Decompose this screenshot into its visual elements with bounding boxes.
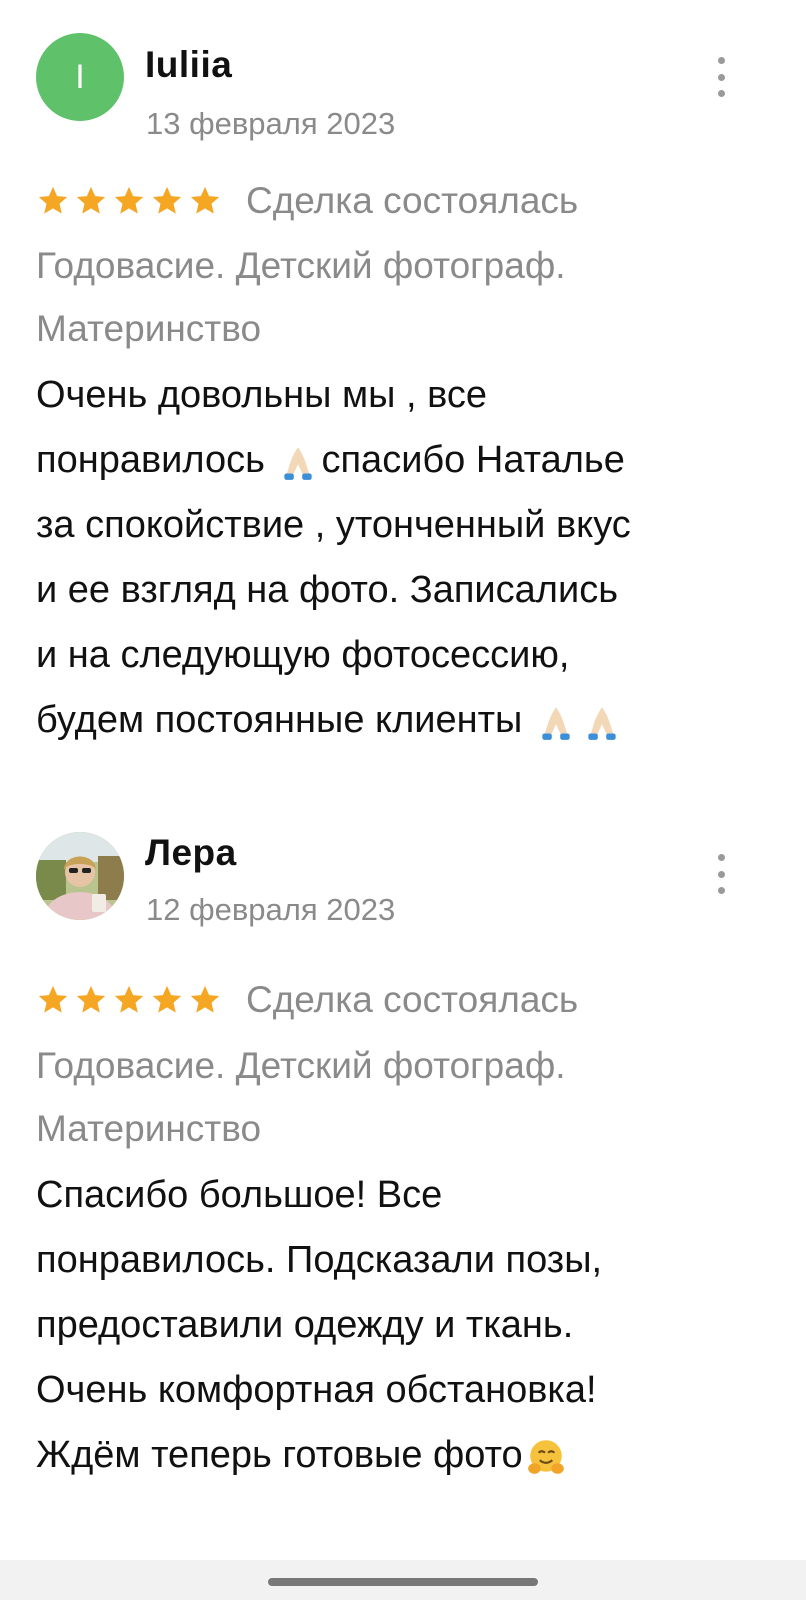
review-line: Ждём теперь готовые фото [36,1423,776,1488]
star-icon [76,985,106,1013]
star-icon [190,985,220,1013]
service-name: Годовасие. Детский фотограф. Материнство [36,234,776,360]
more-vertical-icon[interactable] [715,57,727,97]
rating-stars [36,983,226,1017]
home-indicator[interactable] [268,1578,538,1586]
star-icon [38,985,68,1013]
avatar[interactable]: I [36,33,124,121]
review-line: Очень комфортная обстановка! [36,1369,597,1411]
star-icon [152,985,182,1013]
review-date: 12 февраля 2023 [146,892,396,927]
service-line: Материнство [36,1108,262,1149]
review-line: будем постоянные клиенты [36,688,776,753]
star-icon [190,186,220,214]
folded-hands-emoji-icon [588,707,616,740]
folded-hands-emoji-icon [542,707,570,740]
rating-row: Сделка состоялась [36,978,578,1022]
star-icon [38,186,68,214]
service-line: Материнство [36,308,262,349]
avatar-photo-image [36,832,124,920]
review-line: и ее взгляд на фото. Записались [36,569,618,611]
review-text: Спасибо большое! Все понравилось. Подска… [36,1163,776,1488]
hugging-face-emoji-icon [527,1440,564,1474]
review-line: за спокойствие , утонченный вкус [36,504,631,546]
star-icon [114,985,144,1013]
author-name[interactable]: Iuliia [145,44,232,86]
author-name[interactable]: Лера [145,832,237,874]
folded-hands-emoji-icon [284,447,313,480]
service-line: Годовасие. Детский фотограф. [36,245,566,286]
reviews-page: I Iuliia 13 февраля 2023 Сделка состояла… [0,0,806,1600]
review-date: 13 февраля 2023 [146,106,396,141]
star-icon [152,186,182,214]
service-line: Годовасие. Детский фотограф. [36,1045,566,1086]
star-icon [76,186,106,214]
review-line: понравилось спасибо Наталье [36,439,625,481]
review-line: предоставили одежду и ткань. [36,1304,574,1346]
rating-row: Сделка состоялась [36,179,578,223]
review-line: Спасибо большое! Все [36,1174,443,1216]
review-line: Очень довольны мы , все [36,374,488,416]
more-vertical-icon[interactable] [715,854,727,894]
rating-stars [36,184,226,218]
deal-status: Сделка состоялась [246,979,579,1020]
deal-status: Сделка состоялась [246,180,579,221]
review-text: Очень довольны мы , все понравилось спас… [36,363,776,753]
star-icon [114,186,144,214]
service-name: Годовасие. Детский фотограф. Материнство [36,1034,776,1160]
review-line: и на следующую фотосессию, [36,634,570,676]
avatar[interactable] [36,832,124,920]
review-line: понравилось. Подсказали позы, [36,1239,603,1281]
